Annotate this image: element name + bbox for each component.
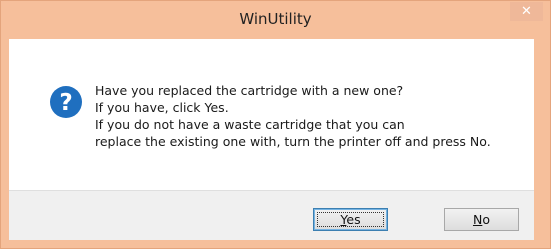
no-button-label: No [473, 212, 490, 227]
title-bar[interactable]: WinUtility ✕ [1, 1, 550, 39]
message-line: If you have, click Yes. [95, 100, 229, 115]
no-accelerator: N [472, 212, 483, 227]
yes-button-label: Yes [340, 212, 360, 227]
question-icon: ? [50, 86, 82, 118]
no-button[interactable]: No [444, 208, 519, 231]
window-title: WinUtility [239, 10, 312, 28]
close-button[interactable]: ✕ [510, 2, 543, 21]
message-line: If you do not have a waste cartridge tha… [95, 117, 405, 132]
close-icon: ✕ [521, 4, 532, 19]
dialog-window: WinUtility ✕ ? Have you replaced the car… [0, 0, 551, 249]
yes-button[interactable]: Yes [313, 208, 388, 231]
no-label-rest: o [482, 212, 490, 227]
yes-label-rest: es [346, 212, 361, 227]
svg-text:?: ? [59, 90, 72, 116]
button-bar: Yes No [9, 190, 534, 240]
message-line: Have you replaced the cartridge with a n… [95, 83, 404, 98]
message-line: replace the existing one with, turn the … [95, 134, 491, 149]
message-text: Have you replaced the cartridge with a n… [95, 82, 525, 150]
dialog-body: ? Have you replaced the cartridge with a… [9, 39, 534, 240]
